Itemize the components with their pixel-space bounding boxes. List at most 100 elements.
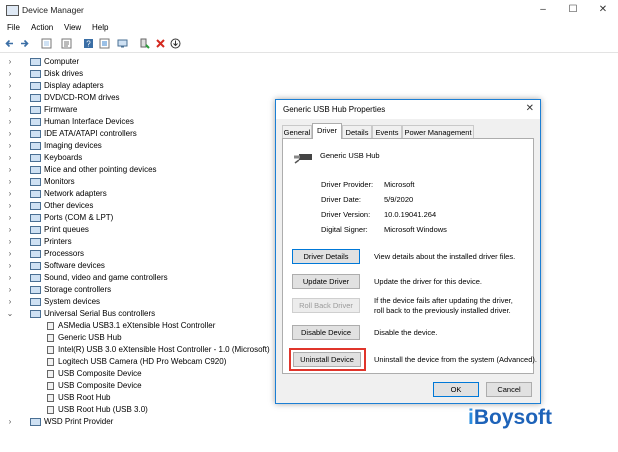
device-category-icon	[30, 202, 41, 210]
update-driver-button[interactable]: Update Driver	[292, 274, 360, 289]
enable-icon[interactable]	[139, 38, 150, 49]
tab-general[interactable]: General	[282, 125, 312, 138]
tab-power-management[interactable]: Power Management	[402, 125, 474, 138]
tree-item-label: USB Composite Device	[58, 381, 142, 390]
tree-item-label: DVD/CD-ROM drives	[44, 93, 120, 102]
device-category-icon	[30, 130, 41, 138]
tree-item-label: Universal Serial Bus controllers	[44, 309, 156, 318]
chevron-right-icon[interactable]: ›	[6, 116, 14, 128]
driver-panel: Generic USB Hub Driver Provider: Microso…	[282, 138, 537, 374]
device-category-icon	[30, 154, 41, 162]
tree-item-label: Print queues	[44, 225, 89, 234]
chevron-down-icon[interactable]: ⌄	[6, 308, 14, 320]
chevron-right-icon[interactable]: ›	[6, 80, 14, 92]
disable-device-button[interactable]: Disable Device	[292, 325, 360, 340]
close-button[interactable]: ✕	[588, 2, 618, 18]
driver-provider-label: Driver Provider:	[321, 180, 374, 189]
cancel-button[interactable]: Cancel	[486, 382, 532, 397]
chevron-right-icon[interactable]: ›	[6, 248, 14, 260]
chevron-right-icon[interactable]: ›	[6, 104, 14, 116]
menu-help[interactable]: Help	[92, 23, 108, 32]
chevron-right-icon[interactable]: ›	[6, 92, 14, 104]
usb-device-icon	[47, 370, 54, 378]
device-category-icon	[30, 118, 41, 126]
usb-hub-icon	[294, 154, 312, 164]
usb-device-icon	[47, 382, 54, 390]
help-icon[interactable]: ?	[83, 38, 94, 49]
uninstall-icon[interactable]	[155, 38, 166, 49]
show-hide-icon[interactable]	[41, 38, 52, 49]
ok-button[interactable]: OK	[433, 382, 479, 397]
dialog-close-button[interactable]: ✕	[526, 103, 534, 114]
properties-dialog: Generic USB Hub Properties ✕ General Dri…	[275, 99, 541, 404]
device-category-icon	[30, 226, 41, 234]
device-category-icon	[30, 142, 41, 150]
toolbar: ?	[0, 36, 618, 53]
tree-item-label: Computer	[44, 57, 80, 66]
device-category-icon	[30, 238, 41, 246]
back-icon[interactable]	[4, 38, 15, 49]
chevron-right-icon[interactable]: ›	[6, 224, 14, 236]
tree-item-label: Display adapters	[44, 81, 104, 90]
driver-details-desc: View details about the installed driver …	[374, 252, 516, 261]
chevron-right-icon[interactable]: ›	[6, 188, 14, 200]
chevron-right-icon[interactable]: ›	[6, 176, 14, 188]
tree-item-label: Network adapters	[44, 189, 107, 198]
tree-item-label: Firmware	[44, 105, 78, 114]
tree-item-label: Software devices	[44, 261, 105, 270]
tree-item-label: Generic USB Hub	[58, 333, 122, 342]
chevron-right-icon[interactable]: ›	[6, 296, 14, 308]
menu-file[interactable]: File	[7, 23, 20, 32]
tab-driver[interactable]: Driver	[312, 123, 342, 139]
chevron-right-icon[interactable]: ›	[6, 260, 14, 272]
scan-icon[interactable]	[117, 38, 128, 49]
chevron-right-icon[interactable]: ›	[6, 284, 14, 296]
device-category-icon	[30, 262, 41, 270]
device-category-icon	[30, 58, 41, 66]
chevron-right-icon[interactable]: ›	[6, 128, 14, 140]
tree-item-label: System devices	[44, 297, 101, 306]
menu-view[interactable]: View	[64, 23, 81, 32]
forward-icon[interactable]	[19, 38, 30, 49]
minimize-button[interactable]: –	[528, 2, 558, 18]
uninstall-device-button[interactable]: Uninstall Device	[293, 352, 361, 367]
device-category-icon	[30, 70, 41, 78]
tree-item-label: Keyboards	[44, 153, 83, 162]
chevron-right-icon[interactable]: ›	[6, 416, 14, 428]
tree-item-label: Printers	[44, 237, 72, 246]
device-category-icon	[30, 166, 41, 174]
tab-events[interactable]: Events	[372, 125, 402, 138]
tree-item-label: Sound, video and game controllers	[44, 273, 168, 282]
menu-action[interactable]: Action	[31, 23, 53, 32]
digital-signer-value: Microsoft Windows	[384, 225, 447, 234]
chevron-right-icon[interactable]: ›	[6, 140, 14, 152]
chevron-right-icon[interactable]: ›	[6, 236, 14, 248]
device-category-icon	[30, 178, 41, 186]
properties-icon[interactable]	[61, 38, 72, 49]
chevron-right-icon[interactable]: ›	[6, 212, 14, 224]
update-driver-desc: Update the driver for this device.	[374, 277, 482, 286]
chevron-right-icon[interactable]: ›	[6, 200, 14, 212]
tab-details[interactable]: Details	[342, 125, 372, 138]
chevron-right-icon[interactable]: ›	[6, 152, 14, 164]
device-category-icon	[30, 82, 41, 90]
download-icon[interactable]	[170, 38, 181, 49]
tree-item-label: Storage controllers	[44, 285, 112, 294]
driver-date-label: Driver Date:	[321, 195, 362, 204]
usb-device-icon	[47, 322, 54, 330]
roll-back-driver-desc: If the device fails after updating the d…	[374, 296, 513, 315]
chevron-right-icon[interactable]: ›	[6, 56, 14, 68]
chevron-right-icon[interactable]: ›	[6, 164, 14, 176]
tree-item-label: Processors	[44, 249, 85, 258]
digital-signer-label: Digital Signer:	[321, 225, 368, 234]
tree-item-label: Intel(R) USB 3.0 eXtensible Host Control…	[58, 345, 270, 354]
device-category-icon	[30, 310, 41, 318]
maximize-button[interactable]: ☐	[558, 2, 588, 18]
tree-item-label: ASMedia USB3.1 eXtensible Host Controlle…	[58, 321, 216, 330]
update-driver-icon[interactable]	[99, 38, 110, 49]
chevron-right-icon[interactable]: ›	[6, 272, 14, 284]
driver-details-button[interactable]: Driver Details	[292, 249, 360, 264]
dialog-title: Generic USB Hub Properties	[283, 105, 386, 114]
roll-back-driver-button[interactable]: Roll Back Driver	[292, 298, 360, 313]
chevron-right-icon[interactable]: ›	[6, 68, 14, 80]
